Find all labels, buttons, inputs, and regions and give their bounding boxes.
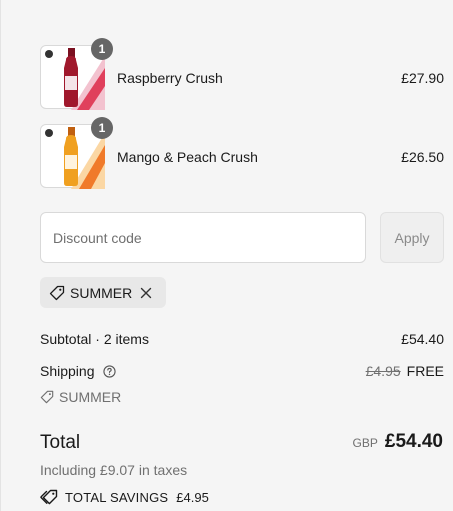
tag-icon	[49, 285, 65, 300]
product-name: Raspberry Crush	[117, 70, 223, 86]
product-price: £26.50	[401, 149, 444, 165]
remove-discount-button[interactable]	[140, 287, 152, 299]
shipping-row: Shipping £4.95 FREE	[40, 363, 444, 381]
applied-discount-code: SUMMER	[70, 284, 133, 301]
shipping-original-price: £4.95	[365, 363, 401, 379]
discount-code-input[interactable]	[40, 212, 366, 263]
shipping-discount-row: SUMMER	[40, 389, 444, 405]
line-item: 1 Mango & Peach Crush £26.50	[40, 117, 444, 189]
savings-value: £4.95	[176, 489, 209, 505]
tags-icon	[40, 489, 58, 505]
product-name: Mango & Peach Crush	[117, 149, 258, 165]
savings-label: TOTAL SAVINGS	[65, 489, 169, 505]
product-price: £27.90	[401, 70, 444, 86]
taxes-note: Including £9.07 in taxes	[40, 462, 188, 478]
subtotal-label: Subtotal · 2 items	[40, 331, 149, 347]
product-thumbnail: 1	[40, 117, 113, 189]
product-thumbnail: 1	[40, 38, 113, 110]
total-amount: GBP £54.40	[353, 431, 443, 453]
currency-code: GBP	[352, 436, 378, 450]
shipping-label: Shipping	[40, 363, 95, 379]
subtotal-row: Subtotal · 2 items £54.40	[40, 331, 444, 347]
subtotal-value: £54.40	[401, 331, 444, 347]
quantity-badge: 1	[91, 117, 113, 139]
shipping-discount-code: SUMMER	[59, 389, 122, 405]
apply-button[interactable]: Apply	[380, 212, 444, 263]
total-value: £54.40	[384, 431, 443, 452]
quantity-badge: 1	[91, 38, 113, 60]
shipping-value: FREE	[406, 363, 444, 379]
total-label: Total	[40, 432, 81, 453]
line-item: 1 Raspberry Crush £27.90	[40, 38, 444, 110]
close-icon	[141, 287, 152, 298]
total-savings: TOTAL SAVINGS £4.95	[40, 489, 209, 505]
help-icon[interactable]	[103, 365, 117, 381]
applied-discount-chip: SUMMER	[40, 277, 166, 308]
tag-icon	[40, 390, 54, 404]
